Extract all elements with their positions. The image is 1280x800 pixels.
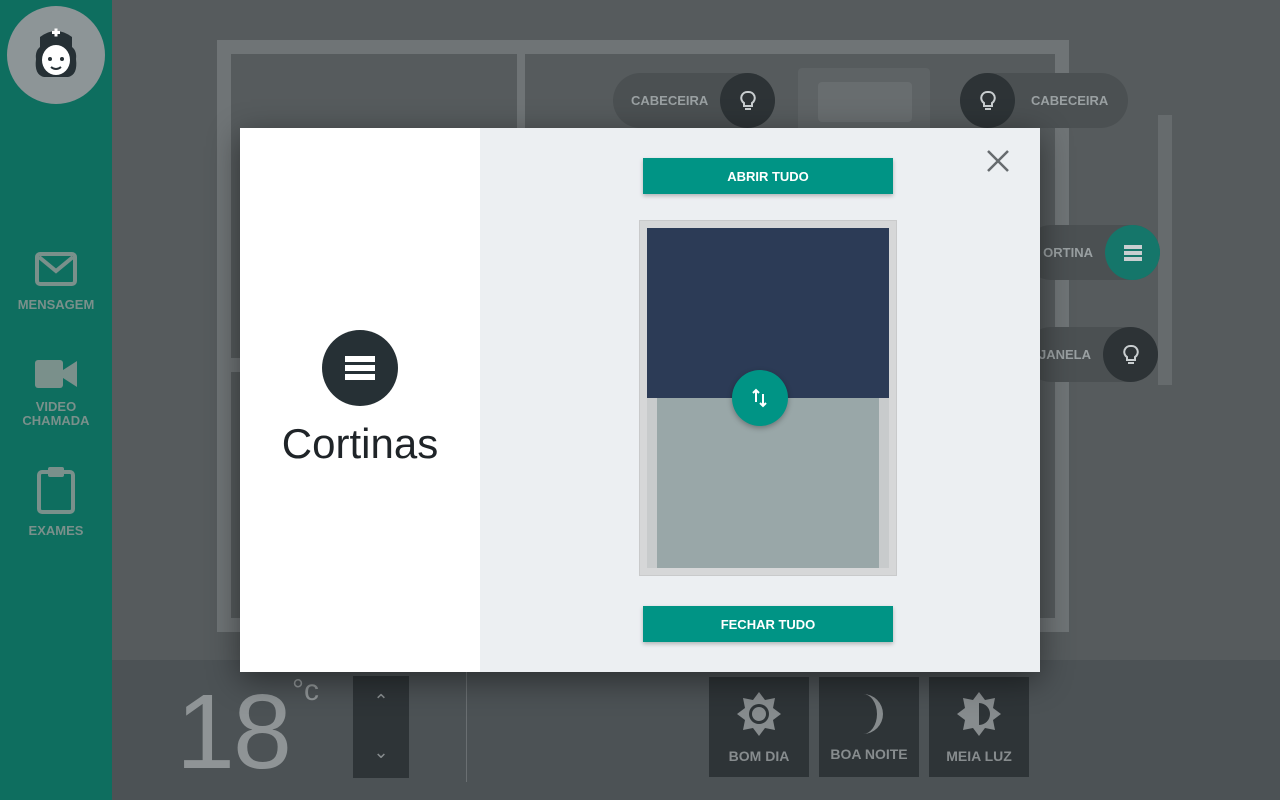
swap-vertical-icon	[752, 388, 767, 408]
temperature-value: 18	[176, 673, 292, 791]
chip-label: CABECEIRA	[631, 93, 709, 108]
clipboard-icon	[37, 467, 75, 514]
sun-icon	[737, 692, 781, 736]
scene-bom-dia-button[interactable]: BOM DIA	[709, 677, 809, 777]
moon-icon	[863, 694, 883, 734]
curtain-icon	[322, 330, 398, 406]
sidebar-item-exames[interactable]: EXAMES	[0, 466, 112, 538]
chip-label: JANELA	[1038, 347, 1091, 362]
window-side-left	[647, 398, 657, 568]
close-icon[interactable]	[985, 148, 1011, 174]
temperature-unit: °c	[292, 674, 319, 707]
chip-label: ORTINA	[1043, 245, 1093, 260]
dialog-header-panel: Cortinas	[240, 128, 480, 672]
divider	[466, 672, 467, 782]
sidebar-item-video-chamada[interactable]: VIDEO CHAMADA	[0, 358, 112, 428]
curtain-drag-handle[interactable]	[732, 370, 788, 426]
chip-cabeceira-right[interactable]: CABECEIRA	[960, 73, 1128, 128]
scene-boa-noite-button[interactable]: BOA NOITE	[819, 677, 919, 777]
sidebar-item-label: EXAMES	[28, 523, 84, 538]
scene-meia-luz-button[interactable]: MEIA LUZ	[929, 677, 1029, 777]
chip-label: CABECEIRA	[1031, 93, 1109, 108]
chip-cabeceira-left[interactable]: CABECEIRA	[613, 73, 775, 128]
close-all-button[interactable]: FECHAR TUDO	[643, 606, 893, 642]
mail-icon	[35, 252, 77, 286]
bed-pillow	[818, 82, 912, 122]
lightbulb-icon	[960, 73, 1015, 128]
sidebar-item-mensagem[interactable]: MENSAGEM	[0, 252, 112, 312]
bottom-bar: 18 °c ⌃ ⌄ BOM DIA BOA NOITE MEIA LUZ	[112, 660, 1280, 800]
lightbulb-icon	[1103, 327, 1158, 382]
curtain-control-panel: ABRIR TUDO FECHAR TUDO	[480, 128, 1040, 672]
curtain-icon	[1105, 225, 1160, 280]
sidebar-item-label: MENSAGEM	[17, 297, 95, 312]
open-all-button[interactable]: ABRIR TUDO	[643, 158, 893, 194]
half-brightness-icon	[957, 692, 1001, 736]
window-side-right	[879, 398, 889, 568]
scene-label: MEIA LUZ	[946, 748, 1012, 764]
scene-label: BOA NOITE	[830, 746, 908, 762]
window-wall	[1158, 115, 1172, 385]
temperature-stepper: ⌃ ⌄	[353, 676, 409, 778]
video-camera-icon	[35, 360, 77, 388]
sidebar: MENSAGEM VIDEO CHAMADA EXAMES	[0, 0, 112, 800]
scene-label: BOM DIA	[728, 748, 790, 764]
dialog-title: Cortinas	[281, 420, 439, 467]
lightbulb-icon	[720, 73, 775, 128]
chevron-up-icon[interactable]: ⌃	[373, 691, 388, 712]
chevron-down-icon[interactable]: ⌄	[373, 742, 388, 763]
sidebar-item-label: VIDEO CHAMADA	[22, 399, 90, 428]
nurse-avatar[interactable]	[7, 6, 105, 104]
chip-janela[interactable]: JANELA	[1024, 327, 1158, 382]
chip-cortina[interactable]: ORTINA	[1024, 225, 1160, 280]
nurse-icon	[35, 28, 77, 77]
curtains-dialog: Cortinas ABRIR TUDO FECHAR TUDO	[240, 128, 1040, 672]
